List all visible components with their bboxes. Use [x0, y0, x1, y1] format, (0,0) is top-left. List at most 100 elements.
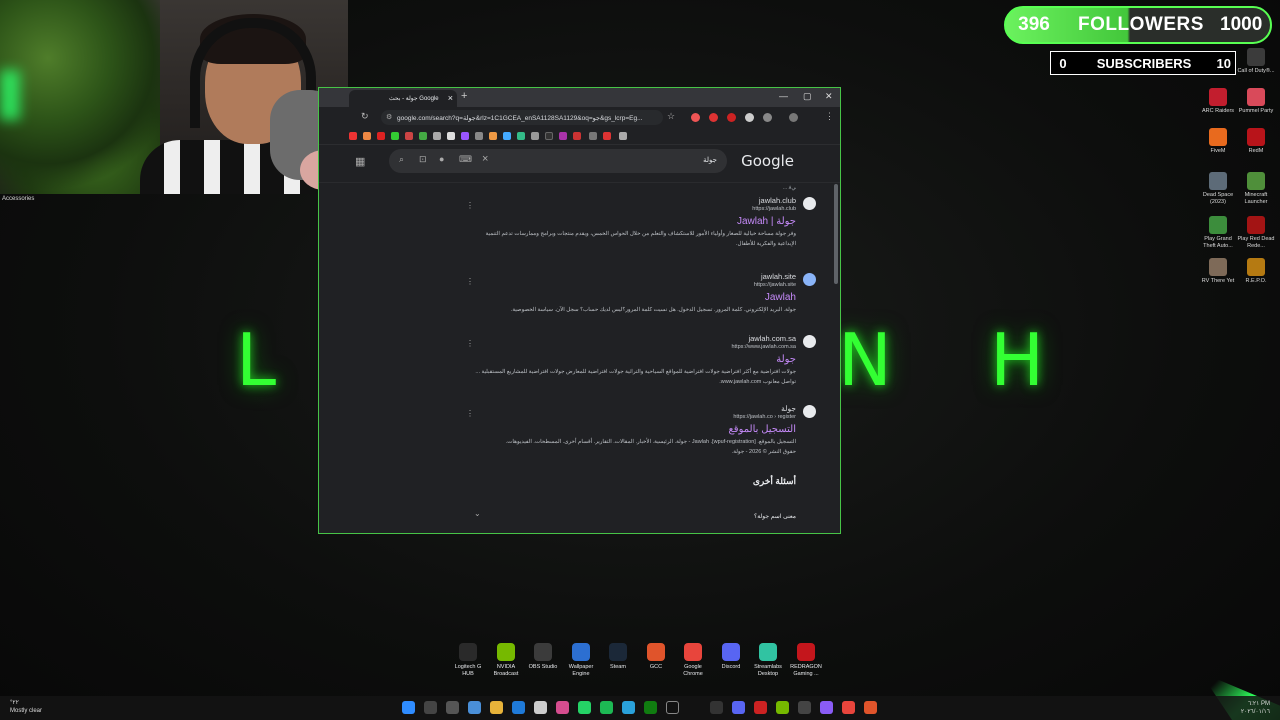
bookmark-star-icon[interactable]: ☆ — [667, 111, 675, 122]
bookmark-icon[interactable] — [559, 132, 567, 140]
search-result[interactable]: jawlah.club https://jawlah.club ⋮ جولة | Ja… — [466, 196, 816, 249]
bookmark-icon[interactable] — [475, 132, 483, 140]
desktop-icon[interactable]: ARC Raiders — [1198, 88, 1238, 115]
google-logo[interactable]: Google — [741, 152, 794, 170]
more-options-icon[interactable]: ⋮ — [466, 277, 474, 286]
desktop-shortcut[interactable]: Google Chrome — [674, 643, 712, 677]
search-icon[interactable]: ⌕ — [399, 154, 404, 165]
more-options-icon[interactable]: ⋮ — [466, 339, 474, 348]
apps-grid-icon[interactable]: ▦ — [355, 155, 365, 168]
bookmark-icon[interactable] — [531, 132, 539, 140]
desktop-icon[interactable]: Minecraft Launcher — [1236, 172, 1276, 205]
bookmark-icon[interactable] — [447, 132, 455, 140]
desktop-icon[interactable]: R.E.P.O. — [1236, 258, 1276, 285]
bookmark-icon[interactable] — [349, 132, 357, 140]
result-title-link[interactable]: التسجيل بالموقع — [466, 423, 796, 437]
bookmark-icon[interactable] — [461, 132, 469, 140]
bookmark-icon[interactable] — [545, 132, 553, 140]
desktop-shortcut[interactable]: Steam — [599, 643, 637, 671]
desktop-icon[interactable]: FiveM — [1198, 128, 1238, 155]
desktop-shortcut[interactable]: Wallpaper Engine — [562, 643, 600, 677]
result-title-link[interactable]: جولة — [466, 353, 796, 367]
chrome-taskbar-icon[interactable] — [842, 701, 855, 714]
bookmark-icon[interactable] — [517, 132, 525, 140]
lens-icon[interactable]: ⊡ — [419, 154, 427, 165]
result-title-link[interactable]: Jawlah — [466, 291, 796, 305]
profile-avatar[interactable] — [789, 113, 798, 122]
chevron-down-icon[interactable]: ⌄ — [474, 509, 481, 518]
result-title-link[interactable]: جولة | Jawlah — [466, 215, 796, 229]
paa-question[interactable]: معنى اسم جولة؟ — [754, 513, 796, 520]
desktop-icon[interactable]: Pummel Party — [1236, 88, 1276, 115]
maximize-icon[interactable]: ▢ — [803, 91, 812, 102]
voice-search-icon[interactable]: ● — [439, 154, 444, 164]
desktop-shortcut[interactable]: Discord — [712, 643, 750, 671]
bookmark-icon[interactable] — [391, 132, 399, 140]
obs-icon[interactable] — [710, 701, 723, 714]
search-result[interactable]: jawlah.com.sa https://www.jawlah.com.sa ⋮ ج… — [466, 334, 816, 387]
task-view-icon[interactable] — [446, 701, 459, 714]
scrollbar[interactable] — [834, 184, 838, 284]
search-box[interactable]: ⌕ ⊡ ● ⌨ × جولة — [389, 149, 727, 173]
search-icon[interactable] — [424, 701, 437, 714]
start-icon[interactable] — [402, 701, 415, 714]
bookmark-icon[interactable] — [603, 132, 611, 140]
bookmark-icon[interactable] — [433, 132, 441, 140]
app-icon[interactable] — [798, 701, 811, 714]
desktop-icon[interactable]: RV There Yet — [1198, 258, 1238, 285]
widgets-icon[interactable] — [468, 701, 481, 714]
minimize-icon[interactable]: — — [779, 91, 788, 101]
store-icon[interactable] — [534, 701, 547, 714]
search-result[interactable]: جولة https://jawlah.co › register ⋮ التسجيل… — [466, 404, 816, 457]
desktop-shortcut[interactable]: REDRAGON Gaming ... — [787, 643, 825, 677]
desktop-icon[interactable]: Dead Space (2023) — [1198, 172, 1238, 205]
bookmark-icon[interactable] — [377, 132, 385, 140]
address-bar[interactable]: ⚙ google.com/search?q=جولة&rlz=1C1GCEA_e… — [381, 110, 663, 125]
desktop-shortcut[interactable]: Streamlabs Desktop — [749, 643, 787, 677]
desktop-icon-label[interactable]: Accessories — [2, 196, 34, 203]
desktop-shortcut[interactable]: GCC — [637, 643, 675, 671]
extension-icon[interactable] — [745, 113, 754, 122]
app-icon[interactable] — [754, 701, 767, 714]
desktop-icon[interactable]: Play Grand Theft Auto... — [1198, 216, 1238, 249]
bookmark-icon[interactable] — [573, 132, 581, 140]
menu-kebab-icon[interactable]: ⋮ — [825, 111, 834, 122]
spotify-icon[interactable] — [600, 701, 613, 714]
bookmark-icon[interactable] — [419, 132, 427, 140]
extensions-puzzle-icon[interactable] — [763, 113, 772, 122]
edge-icon[interactable] — [512, 701, 525, 714]
extension-icon[interactable] — [691, 113, 700, 122]
bookmark-icon[interactable] — [589, 132, 597, 140]
reload-icon[interactable]: ↻ — [361, 111, 369, 122]
clear-search-icon[interactable]: × — [482, 153, 488, 165]
window-close-icon[interactable]: ✕ — [825, 91, 833, 102]
bookmark-icon[interactable] — [405, 132, 413, 140]
desktop-shortcut[interactable]: NVIDIA Broadcast — [487, 643, 525, 677]
close-tab-icon[interactable]: × — [448, 93, 453, 103]
desktop-icon[interactable]: Call of Duty®... — [1236, 48, 1276, 75]
instagram-icon[interactable] — [556, 701, 569, 714]
more-options-icon[interactable]: ⋮ — [466, 201, 474, 210]
bookmark-icon[interactable] — [619, 132, 627, 140]
new-tab-icon[interactable]: + — [461, 90, 467, 102]
bookmark-icon[interactable] — [489, 132, 497, 140]
nvidia-icon[interactable] — [776, 701, 789, 714]
desktop-shortcut[interactable]: Logitech G HUB — [449, 643, 487, 677]
file-explorer-icon[interactable] — [490, 701, 503, 714]
discord-icon[interactable] — [732, 701, 745, 714]
search-result[interactable]: jawlah.site https://jawlah.site ⋮ Jawlah جول… — [466, 272, 816, 315]
app-icon[interactable] — [864, 701, 877, 714]
chrome-window[interactable]: جولة - بحث Google × + — ▢ ✕ ↻ ⚙ google.c… — [318, 87, 841, 534]
desktop-icon[interactable]: Play Red Dead Rede... — [1236, 216, 1276, 249]
extension-icon[interactable] — [709, 113, 718, 122]
browser-tab[interactable]: جولة - بحث Google × — [349, 90, 457, 107]
desktop-shortcut[interactable]: OBS Studio — [524, 643, 562, 671]
more-options-icon[interactable]: ⋮ — [466, 409, 474, 418]
app-icon[interactable] — [820, 701, 833, 714]
xbox-icon[interactable] — [644, 701, 657, 714]
clock[interactable]: ٦:٢١ PM ٢٠٢٦/٠١/١٦ — [1241, 700, 1270, 716]
telegram-icon[interactable] — [622, 701, 635, 714]
extension-icon[interactable] — [727, 113, 736, 122]
bookmark-icon[interactable] — [363, 132, 371, 140]
whatsapp-icon[interactable] — [578, 701, 591, 714]
